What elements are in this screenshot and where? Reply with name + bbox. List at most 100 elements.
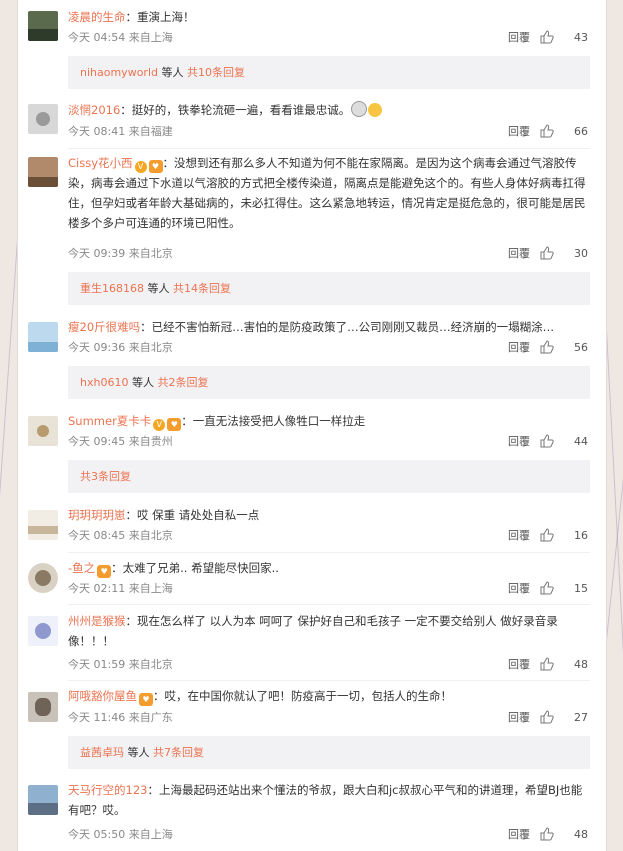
timestamp: 今天 01:59 (68, 658, 126, 671)
comment-meta: 今天 05:50 来自上海 回覆 48 (68, 826, 590, 844)
comment-body: ：已经不害怕新冠…害怕的是防疫政策了…公司刚刚又裁员…经济崩的一塌糊涂… (140, 320, 555, 334)
like-count: 27 (574, 711, 588, 724)
location: 来自福建 (128, 125, 173, 138)
location: 来自北京 (128, 247, 173, 260)
avatar[interactable] (28, 785, 58, 815)
sub-replies[interactable]: hxh0610 等人 共2条回复 (68, 366, 590, 399)
comment-text: 瘦20斤很难吗：已经不害怕新冠…害怕的是防疫政策了…公司刚刚又裁员…经济崩的一塌… (68, 317, 590, 337)
like-button[interactable]: 16 (540, 527, 588, 545)
location: 来自广东 (128, 711, 173, 724)
username[interactable]: 玥玥玥玥崽 (68, 508, 126, 522)
sub-reply-user[interactable]: hxh0610 (80, 376, 128, 389)
reply-button[interactable]: 回覆 (508, 709, 530, 727)
avatar[interactable] (28, 157, 58, 187)
comment-body: ：重演上海！ (125, 10, 195, 24)
comment-body: ：挺好的，铁拳轮流砸一遍，看看谁最忠诚。 (120, 103, 351, 117)
avatar[interactable] (28, 563, 58, 593)
comment-body: ：太难了兄弟.. 希望能尽快回家.. (111, 561, 279, 575)
timestamp: 今天 09:39 (68, 247, 126, 260)
fan-badge-icon: ♥ (97, 565, 112, 578)
comment-text: Cissy花小西 V ♥ ：没想到还有那么多人不知道为何不能在家隔离。是因为这个病毒会… (68, 153, 590, 233)
thumbs-up-icon (540, 657, 554, 671)
reply-button[interactable]: 回覆 (508, 826, 530, 844)
username[interactable]: 瘦20斤很难吗 (68, 320, 140, 334)
avatar[interactable] (28, 616, 58, 646)
sub-reply-count[interactable]: 共14条回复 (173, 282, 231, 295)
avatar[interactable] (28, 510, 58, 540)
username[interactable]: 凌晨的生命 (68, 10, 126, 24)
reply-button[interactable]: 回覆 (508, 123, 530, 141)
like-button[interactable]: 44 (540, 433, 588, 451)
vip-icon: V (153, 419, 166, 431)
like-count: 48 (574, 658, 588, 671)
username[interactable]: 淡惘2016 (68, 103, 120, 117)
comment-text: 淡惘2016：挺好的，铁拳轮流砸一遍，看看谁最忠诚。 (68, 100, 590, 120)
username[interactable]: 州州是猴猴 (68, 614, 126, 628)
like-button[interactable]: 30 (540, 245, 588, 263)
thumbs-up-icon (540, 340, 554, 354)
timestamp: 今天 09:45 (68, 435, 126, 448)
like-button[interactable]: 48 (540, 826, 588, 844)
sub-replies[interactable]: 重生168168 等人 共14条回复 (68, 272, 590, 305)
sub-replies[interactable]: 共3条回复 (68, 460, 590, 493)
like-count: 66 (574, 125, 588, 138)
emoji-icon (351, 101, 368, 117)
sub-reply-user[interactable]: 重生168168 (80, 282, 144, 295)
like-button[interactable]: 15 (540, 580, 588, 598)
sub-replies[interactable]: 益茜卓玛 等人 共7条回复 (68, 736, 590, 769)
comment-meta: 今天 09:36 来自北京 回覆 56 (68, 339, 590, 357)
fan-badge-icon: ♥ (139, 693, 153, 706)
username[interactable]: -鱼之 (68, 561, 95, 575)
reply-button[interactable]: 回覆 (508, 580, 530, 598)
location: 来自上海 (128, 31, 173, 44)
comment-panel: 凌晨的生命：重演上海！ 今天 04:54 来自上海 回覆 43 nihaomyw… (17, 0, 607, 851)
reply-button[interactable]: 回覆 (508, 656, 530, 674)
timestamp: 今天 08:45 (68, 529, 126, 542)
username[interactable]: Cissy花小西 (68, 156, 133, 170)
thumbs-up-icon (540, 528, 554, 542)
location: 来自北京 (128, 341, 173, 354)
like-button[interactable]: 56 (540, 339, 588, 357)
comment-meta: 今天 04:54 来自上海 回覆 43 (68, 29, 590, 47)
username[interactable]: Summer夏卡卡 (68, 414, 151, 428)
sub-reply-count[interactable]: 共7条回复 (153, 746, 204, 759)
sub-reply-count[interactable]: 共2条回复 (157, 376, 208, 389)
like-button[interactable]: 48 (540, 656, 588, 674)
avatar[interactable] (28, 416, 58, 446)
reply-button[interactable]: 回覆 (508, 527, 530, 545)
thumbs-up-icon (540, 124, 554, 138)
like-button[interactable]: 66 (540, 123, 588, 141)
thumbs-up-icon (540, 434, 554, 448)
username[interactable]: 阿哦豁你屋鱼 (68, 689, 137, 703)
comment-meta: 今天 11:46 来自广东 回覆 27 (68, 709, 590, 727)
reply-button[interactable]: 回覆 (508, 245, 530, 263)
comment-body: ：现在怎么样了 以人为本 呵呵了 保护好自己和毛孩子 一定不要交给别人 做好录音… (68, 614, 558, 648)
location: 来自贵州 (128, 435, 173, 448)
reply-button[interactable]: 回覆 (508, 339, 530, 357)
thumbs-up-icon (540, 581, 554, 595)
avatar[interactable] (28, 11, 58, 41)
comment-text: 阿哦豁你屋鱼 ♥ ：哎，在中国你就认了吧！防疫高于一切，包括人的生命！ (68, 686, 590, 706)
username[interactable]: 天马行空的123 (68, 783, 147, 797)
sub-reply-count[interactable]: 共10条回复 (187, 66, 245, 79)
comment-text: -鱼之 ♥ ：太难了兄弟.. 希望能尽快回家.. (68, 558, 590, 578)
sub-reply-mid: 等人 (144, 282, 173, 295)
avatar[interactable] (28, 692, 58, 722)
divider (68, 552, 590, 553)
sub-replies[interactable]: nihaomyworld 等人 共10条回复 (68, 56, 590, 89)
like-button[interactable]: 43 (540, 29, 588, 47)
avatar[interactable] (28, 104, 58, 134)
sub-reply-count[interactable]: 共3条回复 (80, 470, 131, 483)
sub-reply-user[interactable]: 益茜卓玛 (80, 746, 124, 759)
fan-badge-icon: ♥ (148, 160, 163, 173)
timestamp: 今天 11:46 (68, 711, 126, 724)
location: 来自北京 (128, 658, 173, 671)
reply-button[interactable]: 回覆 (508, 433, 530, 451)
avatar[interactable] (28, 322, 58, 352)
timestamp: 今天 05:50 (68, 828, 126, 841)
comment-text: Summer夏卡卡 V ♥ ：一直无法接受把人像牲口一样拉走 (68, 411, 590, 431)
reply-button[interactable]: 回覆 (508, 29, 530, 47)
like-button[interactable]: 27 (540, 709, 588, 727)
divider (68, 680, 590, 681)
sub-reply-user[interactable]: nihaomyworld (80, 66, 158, 79)
